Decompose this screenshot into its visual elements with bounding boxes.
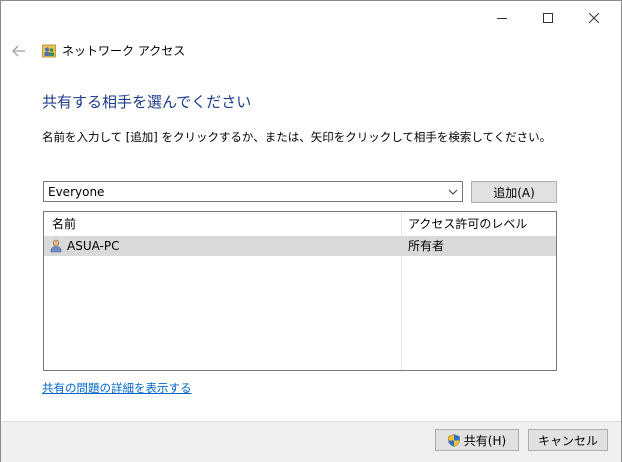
close-button[interactable] xyxy=(571,1,617,35)
list-item-name: ASUA-PC xyxy=(67,239,120,253)
sharing-help-link[interactable]: 共有の問題の詳細を表示する xyxy=(42,380,192,396)
chevron-down-icon xyxy=(448,189,457,195)
network-users-icon xyxy=(42,44,56,58)
add-button[interactable]: 追加(A) xyxy=(471,181,557,203)
user-combo-box[interactable]: Everyone xyxy=(43,181,463,202)
user-icon xyxy=(50,239,62,253)
close-icon xyxy=(589,13,599,23)
navigation-bar: ネットワーク アクセス xyxy=(1,35,621,67)
maximize-button[interactable] xyxy=(525,1,571,35)
minimize-button[interactable] xyxy=(479,1,525,35)
dialog-footer: 共有(H) キャンセル xyxy=(1,421,621,462)
list-item[interactable]: ASUA-PC 所有者 xyxy=(44,236,556,256)
back-arrow-icon xyxy=(12,45,25,57)
combo-value: Everyone xyxy=(48,185,105,199)
share-button-label: 共有(H) xyxy=(463,433,507,448)
page-heading: 共有する相手を選んでください xyxy=(42,93,252,111)
list-item-permission[interactable]: 所有者 xyxy=(408,238,444,254)
minimize-icon xyxy=(497,18,507,19)
title-bar xyxy=(1,1,621,35)
maximize-icon xyxy=(543,13,553,23)
combo-dropdown-button[interactable] xyxy=(445,184,460,199)
window-title: ネットワーク アクセス xyxy=(62,44,186,58)
share-button[interactable]: 共有(H) xyxy=(435,429,519,451)
share-list: 名前 アクセス許可のレベル ASUA-PC 所有者 xyxy=(43,211,557,371)
column-header-permission[interactable]: アクセス許可のレベル xyxy=(408,216,527,232)
uac-shield-icon xyxy=(448,433,460,447)
column-header-name[interactable]: 名前 xyxy=(52,216,76,232)
network-access-dialog: ネットワーク アクセス 共有する相手を選んでください 名前を入力して [追加] … xyxy=(0,0,622,462)
instruction-text: 名前を入力して [追加] をクリックするか、または、矢印をクリックして相手を検索… xyxy=(42,130,552,144)
list-header: 名前 アクセス許可のレベル xyxy=(44,212,556,236)
cancel-button[interactable]: キャンセル xyxy=(528,429,608,451)
back-button[interactable] xyxy=(9,41,29,61)
